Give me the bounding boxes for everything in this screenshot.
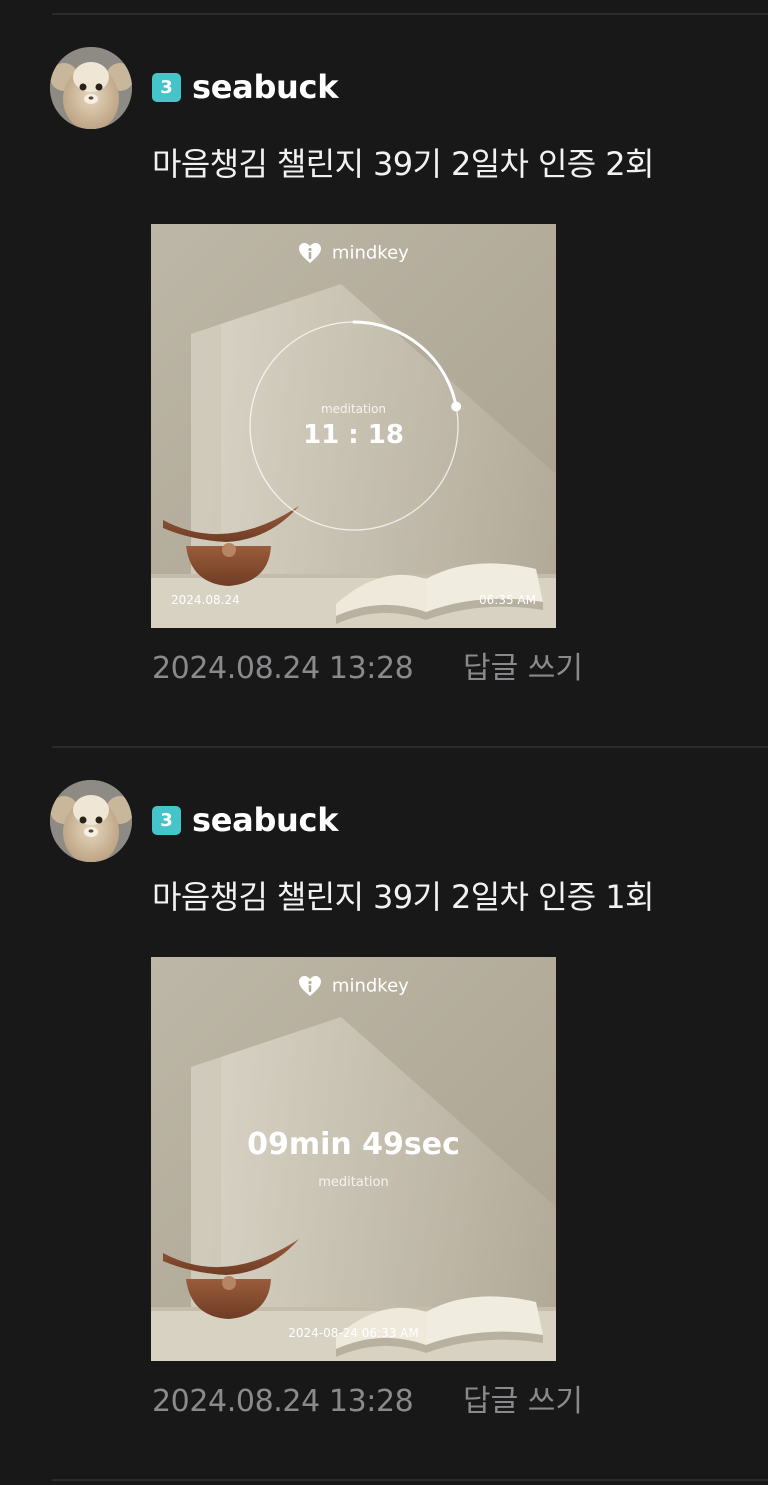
- brand-logo: mindkey: [151, 975, 556, 997]
- username[interactable]: seabuck: [192, 67, 338, 107]
- level-badge: 3: [152, 806, 181, 835]
- avatar[interactable]: [50, 780, 132, 862]
- divider-middle: [52, 746, 768, 748]
- timer-progress-arc: [352, 320, 458, 409]
- activity-label: meditation: [320, 402, 387, 416]
- comment-text: 마음챙김 챌린지 39기 2일차 인증 1회: [152, 878, 654, 916]
- heart-i-icon: [299, 976, 322, 996]
- comment-text: 마음챙김 챌린지 39기 2일차 인증 2회: [152, 145, 654, 183]
- level-badge: 3: [152, 73, 181, 102]
- attached-photo[interactable]: mindkey 09min 49sec meditation 2024-08-2…: [151, 957, 556, 1361]
- photo-date: 2024.08.24: [171, 593, 240, 607]
- photo-datetime: 2024-08-24 06:33 AM: [288, 1326, 419, 1340]
- comment-item: 3 seabuck 마음챙김 챌린지 39기 2일차 인증 1회 mindkey…: [0, 780, 768, 1485]
- comment-item: 3 seabuck 마음챙김 챌린지 39기 2일차 인증 2회 mindkey…: [0, 47, 768, 779]
- timer-value: 11 : 18: [303, 420, 404, 450]
- reply-button[interactable]: 답글 쓰기: [463, 1382, 583, 1422]
- divider-bottom: [52, 1479, 768, 1481]
- reply-button[interactable]: 답글 쓰기: [463, 649, 583, 689]
- duration-value: 09min 49sec: [247, 1127, 460, 1162]
- avatar[interactable]: [50, 47, 132, 129]
- photo-time: 06:35 AM: [479, 593, 536, 607]
- comment-timestamp: 2024.08.24 13:28: [152, 651, 414, 686]
- attached-photo[interactable]: mindkey meditation 11 : 18 2024.08.24 06…: [151, 224, 556, 628]
- brand-name: mindkey: [331, 242, 409, 264]
- heart-i-icon: [299, 243, 322, 263]
- divider-top: [52, 13, 768, 15]
- comment-timestamp: 2024.08.24 13:28: [152, 1384, 414, 1419]
- activity-label: meditation: [318, 1175, 389, 1190]
- username[interactable]: seabuck: [192, 800, 338, 840]
- brand-logo: mindkey: [151, 242, 556, 264]
- brand-name: mindkey: [331, 975, 409, 997]
